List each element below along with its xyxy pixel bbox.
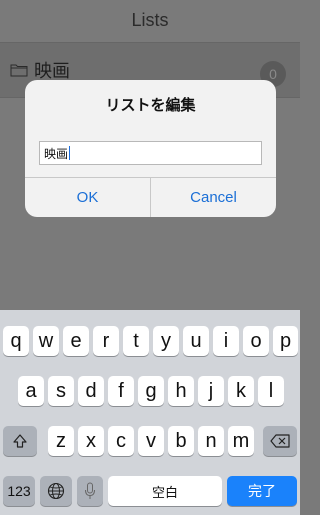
key-d[interactable]: d: [78, 376, 104, 406]
key-j[interactable]: j: [198, 376, 224, 406]
key-z[interactable]: z: [48, 426, 74, 456]
delete-key[interactable]: [263, 426, 297, 456]
key-k[interactable]: k: [228, 376, 254, 406]
key-w[interactable]: w: [33, 326, 59, 356]
key-b[interactable]: b: [168, 426, 194, 456]
list-name-value: 映画: [44, 146, 69, 161]
key-c[interactable]: c: [108, 426, 134, 456]
edit-list-dialog: リストを編集 映画 OK Cancel: [25, 80, 276, 217]
key-l[interactable]: l: [258, 376, 284, 406]
key-a[interactable]: a: [18, 376, 44, 406]
key-h[interactable]: h: [168, 376, 194, 406]
globe-icon: [47, 482, 65, 500]
shift-key[interactable]: [3, 426, 37, 456]
list-name-input[interactable]: 映画: [39, 141, 262, 165]
nav-bar: Lists: [0, 0, 300, 40]
key-s[interactable]: s: [48, 376, 74, 406]
space-key[interactable]: 空白: [108, 476, 222, 506]
key-q[interactable]: q: [3, 326, 29, 356]
key-i[interactable]: i: [213, 326, 239, 356]
delete-icon: [270, 434, 290, 448]
globe-key[interactable]: [40, 476, 72, 506]
key-x[interactable]: x: [78, 426, 104, 456]
key-f[interactable]: f: [108, 376, 134, 406]
shift-arrow-icon: [13, 434, 27, 448]
ok-button[interactable]: OK: [25, 178, 150, 217]
dialog-title: リストを編集: [105, 97, 196, 114]
key-o[interactable]: o: [243, 326, 269, 356]
key-t[interactable]: t: [123, 326, 149, 356]
text-caret: [69, 146, 71, 160]
key-y[interactable]: y: [153, 326, 179, 356]
key-m[interactable]: m: [228, 426, 254, 456]
keyboard: q w e r t y u i o p a s d f g h j k l z …: [0, 310, 300, 515]
numbers-key[interactable]: 123: [3, 476, 35, 506]
done-key[interactable]: 完了: [227, 476, 297, 506]
folder-icon: [10, 64, 28, 77]
key-n[interactable]: n: [198, 426, 224, 456]
nav-title: Lists: [131, 9, 169, 30]
microphone-icon: [85, 482, 95, 499]
microphone-key[interactable]: [77, 476, 103, 506]
key-v[interactable]: v: [138, 426, 164, 456]
key-p[interactable]: p: [273, 326, 298, 356]
cancel-button[interactable]: Cancel: [151, 178, 276, 217]
key-g[interactable]: g: [138, 376, 164, 406]
key-u[interactable]: u: [183, 326, 209, 356]
key-r[interactable]: r: [93, 326, 119, 356]
key-e[interactable]: e: [63, 326, 89, 356]
